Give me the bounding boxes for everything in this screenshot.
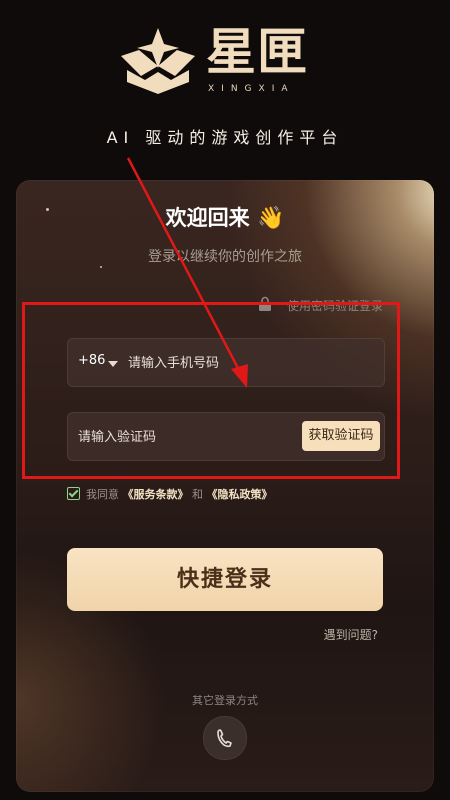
get-code-button[interactable]: 获取验证码 bbox=[302, 421, 380, 451]
quick-login-button[interactable]: 快捷登录 bbox=[67, 548, 383, 611]
login-card: 欢迎回来 👋 登录以继续你的创作之旅 使用密码验证登录 +86 获取验证码 我同… bbox=[16, 180, 434, 792]
terms-link[interactable]: 《服务条款》 bbox=[123, 488, 189, 501]
brand-name: 星匣 bbox=[206, 23, 308, 81]
agreement-and: 和 bbox=[192, 488, 203, 501]
welcome-text: 欢迎回来 bbox=[165, 206, 250, 230]
phone-field: +86 bbox=[67, 338, 385, 388]
chevron-down-icon[interactable] bbox=[108, 361, 118, 367]
sparkle bbox=[22, 324, 24, 326]
privacy-link[interactable]: 《隐私政策》 bbox=[207, 488, 273, 501]
checkbox-icon[interactable] bbox=[67, 487, 80, 500]
welcome-subtitle: 登录以继续你的创作之旅 bbox=[148, 249, 302, 265]
welcome-title: 欢迎回来 👋 bbox=[16, 202, 434, 232]
agreement-prefix: 我同意 bbox=[86, 488, 119, 501]
trouble-link[interactable]: 遇到问题? bbox=[324, 626, 378, 643]
sparkle bbox=[100, 266, 102, 268]
tagline: AI 驱动的游戏创作平台 bbox=[106, 128, 344, 147]
other-login-label: 其它登录方式 bbox=[192, 694, 258, 707]
phone-login-button[interactable] bbox=[203, 716, 247, 760]
verification-code-input[interactable] bbox=[76, 413, 300, 462]
phone-input[interactable] bbox=[126, 339, 380, 388]
phone-handset-icon bbox=[217, 729, 232, 748]
password-login-link[interactable]: 使用密码验证登录 bbox=[287, 297, 383, 314]
code-field: 获取验证码 bbox=[67, 412, 385, 462]
brand-header: 星匣 XINGXIA bbox=[0, 14, 450, 106]
wave-icon: 👋 bbox=[256, 206, 285, 231]
logo-box-icon bbox=[121, 28, 195, 94]
country-code-select[interactable]: +86 bbox=[78, 353, 105, 368]
agreement-row: 我同意 《服务条款》 和 《隐私政策》 bbox=[67, 486, 273, 502]
lock-icon bbox=[259, 296, 271, 311]
brand-subname: XINGXIA bbox=[208, 84, 295, 94]
